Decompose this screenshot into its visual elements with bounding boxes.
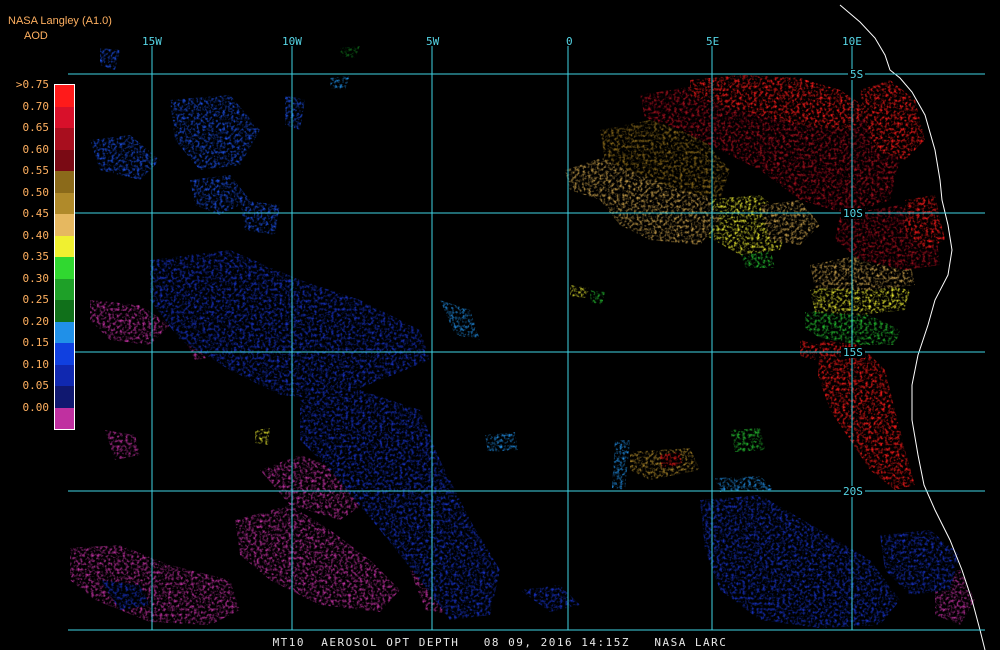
legend-tick-label: 0.35 — [22, 250, 50, 263]
longitude-label: 5E — [706, 35, 720, 48]
longitude-label: 15W — [142, 35, 162, 48]
longitude-label: 5W — [426, 35, 440, 48]
aerosol-map — [0, 0, 1000, 650]
longitude-label: 0 — [566, 35, 573, 48]
latitude-label: 5S — [848, 68, 866, 81]
legend-tick-label: 0.25 — [22, 293, 50, 306]
legend-tick-label: 0.20 — [22, 314, 50, 328]
longitude-label: 10E — [842, 35, 862, 48]
legend-tick-label: 0.15 — [22, 336, 50, 349]
legend-tick-label: 0.45 — [22, 207, 50, 220]
latitude-label: 20S — [841, 485, 865, 498]
longitude-label: 10W — [282, 35, 302, 48]
footer-caption: MT10 AEROSOL OPT DEPTH 08 09, 2016 14:15… — [272, 636, 728, 649]
legend-tick-label: 0.40 — [22, 228, 50, 242]
legend-tick-label: 0.30 — [22, 271, 50, 285]
legend-tick-label: 0.55 — [22, 164, 50, 177]
legend-tick-label: 0.70 — [22, 99, 50, 113]
legend-tick-label: 0.10 — [22, 357, 50, 371]
source-label: NASA Langley (A1.0) — [8, 15, 112, 27]
latitude-label: 10S — [841, 207, 865, 220]
product-label: AOD — [24, 30, 48, 42]
legend-tick-label: 0.00 — [22, 400, 50, 414]
legend-frame — [54, 84, 75, 430]
legend-tick-label: 0.50 — [22, 185, 50, 199]
legend-tick-label: >0.75 — [15, 78, 49, 91]
legend-tick-label: 0.60 — [22, 142, 50, 156]
legend-tick-label: 0.05 — [22, 379, 50, 392]
legend-tick-label: 0.65 — [22, 121, 50, 134]
latitude-label: 15S — [841, 346, 865, 359]
